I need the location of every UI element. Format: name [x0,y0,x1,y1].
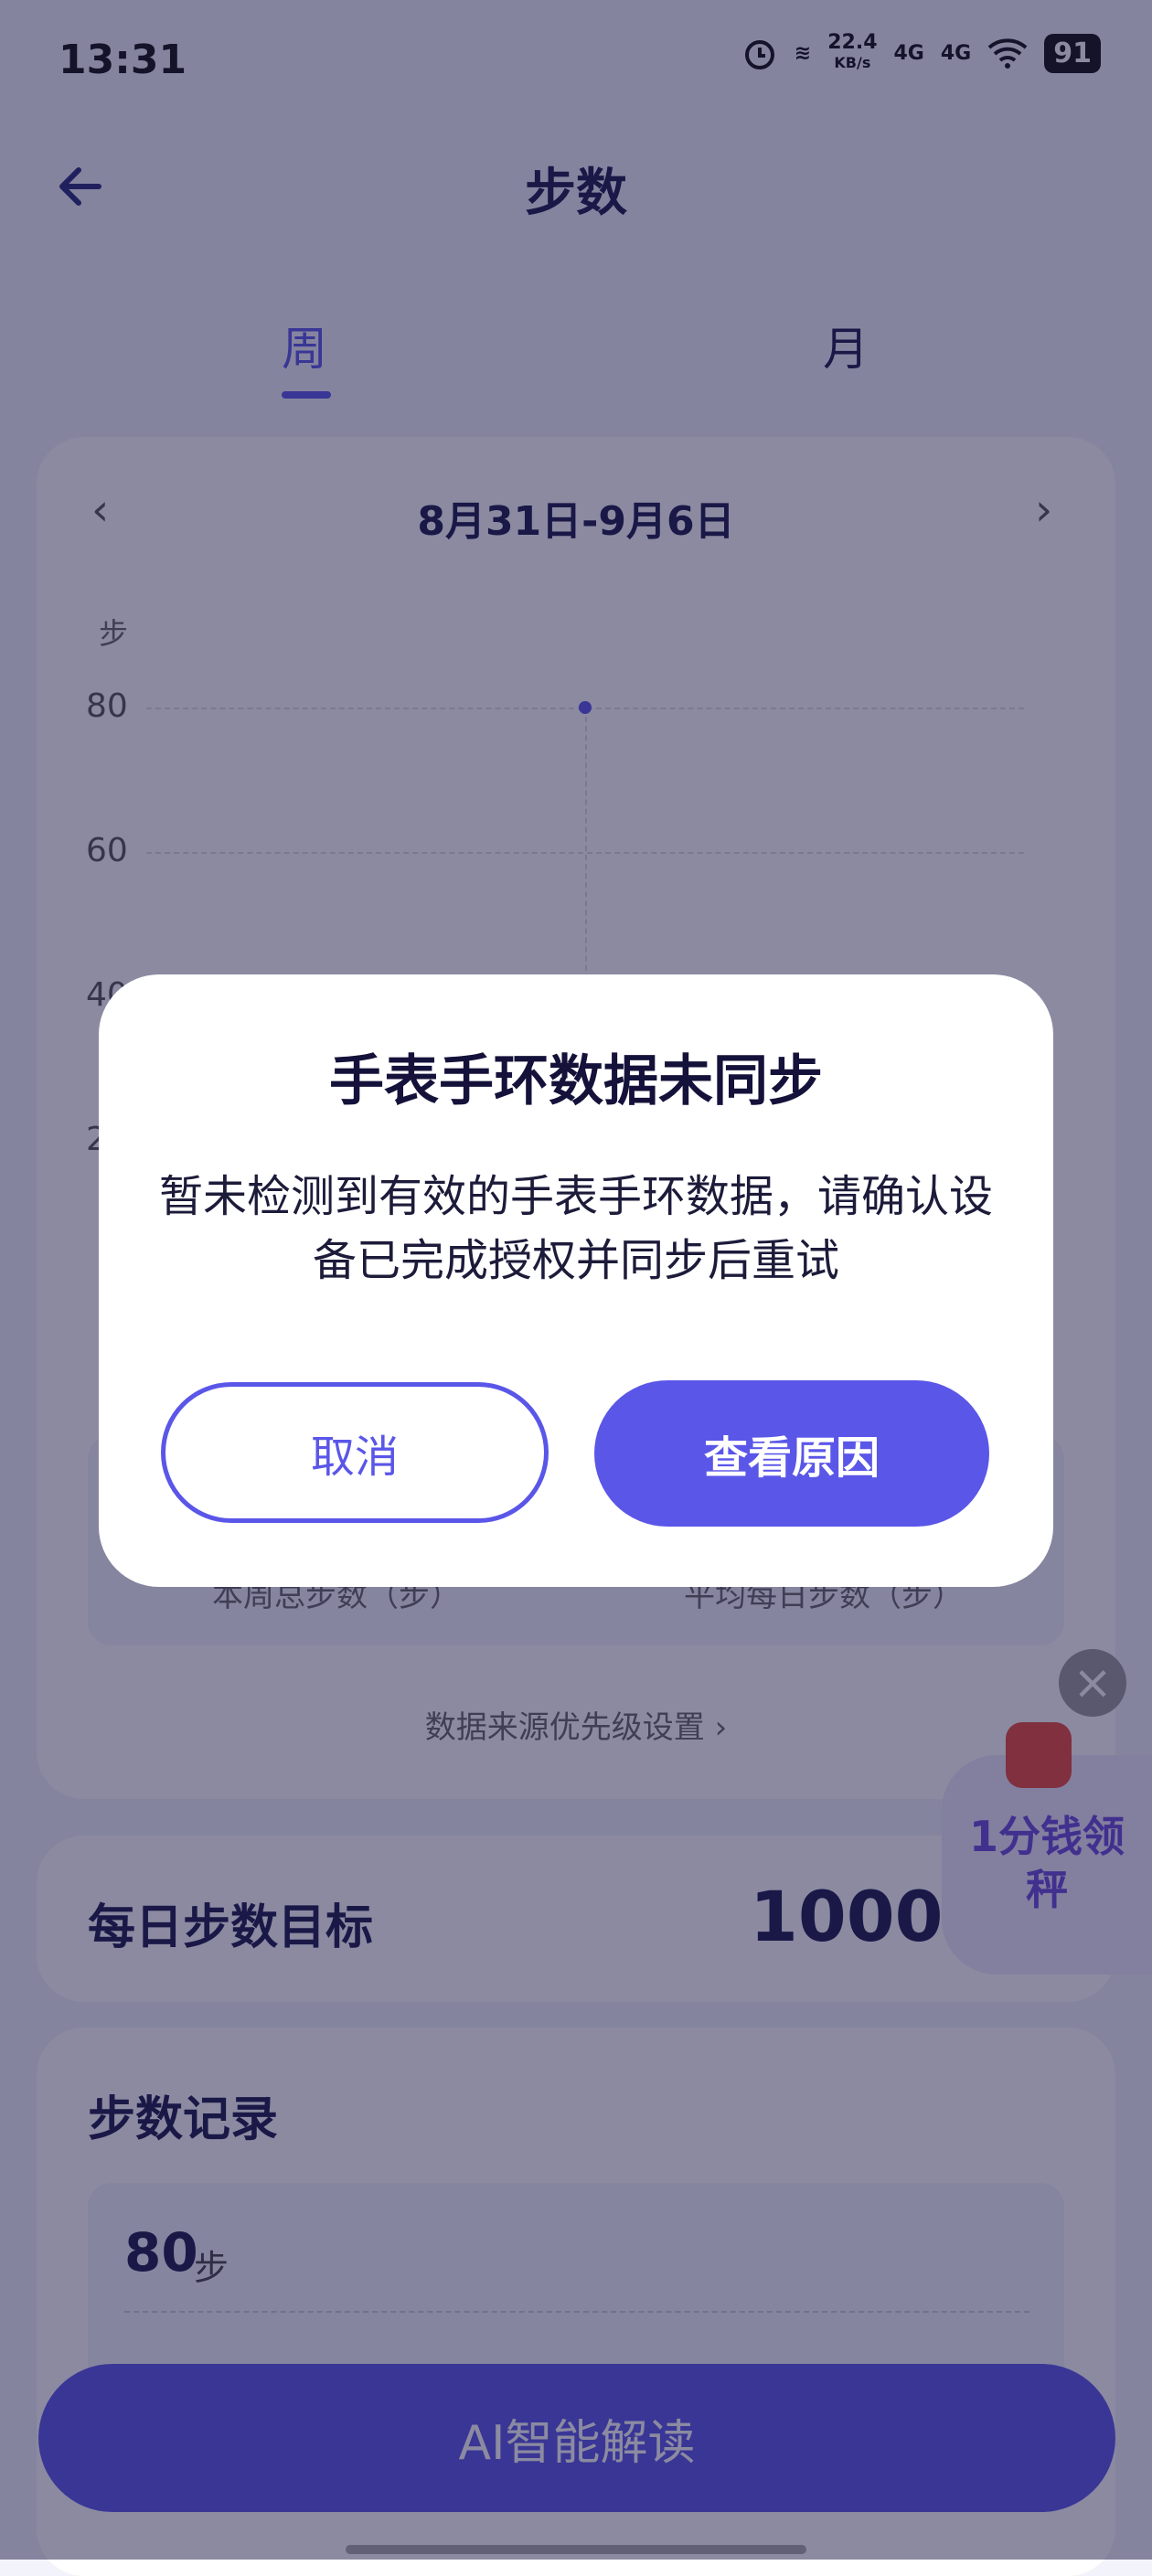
cancel-button[interactable]: 取消 [161,1382,549,1523]
view-reason-button[interactable]: 查看原因 [594,1380,989,1527]
dialog-message: 暂未检测到有效的手表手环数据，请确认设备已完成授权并同步后重试 [158,1171,993,1286]
dialog-title: 手表手环数据未同步 [329,1049,823,1113]
